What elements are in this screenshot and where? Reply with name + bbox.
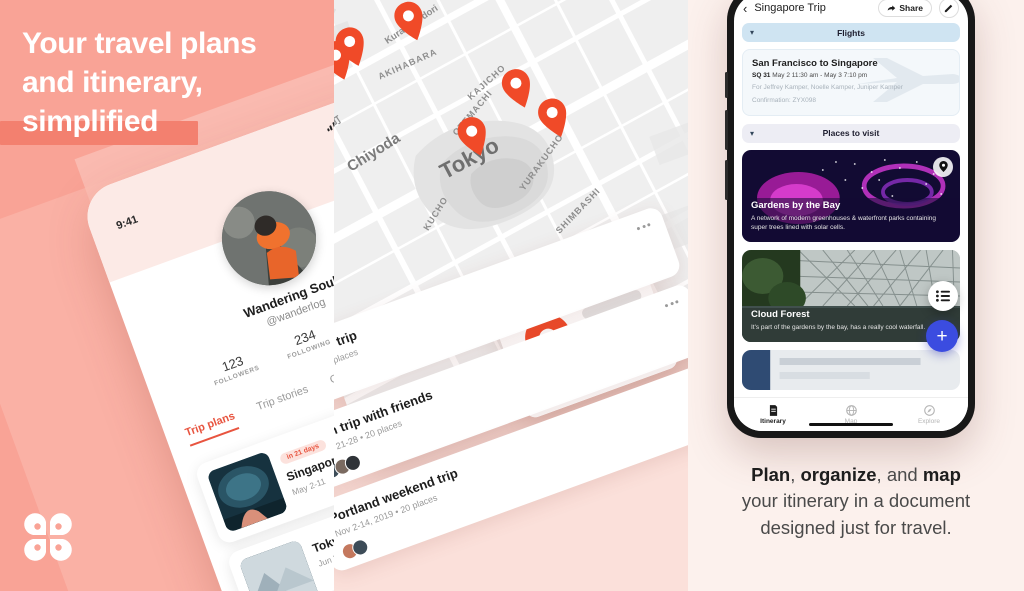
panel-itinerary-promo: ‹ Singapore Trip Share ▾ Flights San Fra… (688, 0, 1024, 591)
flight-confirmation: Confirmation: ZYX098 (752, 97, 816, 105)
stat-following[interactable]: 234 FOLLOWING (281, 323, 333, 361)
phone-mute-button (725, 72, 728, 98)
caption-word-organize: organize (800, 464, 877, 485)
phone-volume-up-button (725, 110, 728, 150)
caption-line-3: designed just for travel. (760, 516, 952, 538)
plus-icon: + (936, 325, 948, 347)
place-card[interactable]: Gardens by the Bay A network of modern g… (742, 149, 960, 242)
panel-profile-promo: Your travel plans and itinerary, simplif… (0, 0, 334, 591)
stat-followers[interactable]: 123 FOLLOWERS (208, 349, 260, 387)
page-title: Singapore Trip (754, 2, 826, 14)
tab-map[interactable]: Map (812, 404, 890, 425)
place-title: Cloud Forest (751, 309, 810, 321)
home-indicator (809, 422, 893, 426)
share-arrow-icon (888, 5, 896, 11)
trip-thumbnail (206, 450, 289, 533)
tab-itinerary[interactable]: Itinerary (734, 404, 812, 425)
phone-mockup-itinerary: ‹ Singapore Trip Share ▾ Flights San Fra… (725, 0, 975, 438)
place-description: It's part of the gardens by the bay, has… (751, 324, 926, 332)
place-photo (742, 349, 960, 390)
compass-icon (890, 404, 968, 416)
chevron-left-icon[interactable]: ‹ (743, 2, 747, 15)
flight-passengers: For Jeffrey Kamper, Noelle Kamper, Junip… (752, 84, 903, 91)
add-fab[interactable]: + (926, 320, 958, 352)
share-label: Share (899, 3, 923, 13)
tab-explore[interactable]: Explore (890, 404, 968, 425)
flight-route: San Francisco to Singapore (752, 58, 878, 69)
tab-trip-plans[interactable]: Trip plans (183, 410, 240, 447)
list-view-fab[interactable] (928, 281, 958, 311)
pencil-icon (944, 4, 953, 13)
caption-word-plan: Plan (751, 464, 791, 485)
phone-screen: ‹ Singapore Trip Share ▾ Flights San Fra… (734, 0, 968, 431)
flight-code: SQ 31 (752, 72, 771, 79)
caption-line-2: your itinerary in a document (741, 490, 971, 512)
list-icon (936, 290, 950, 302)
headline-line-1: Your travel plans (22, 27, 257, 60)
panel3-caption: Plan, organize, and map your itinerary i… (702, 462, 1010, 541)
share-button[interactable]: Share (878, 0, 932, 17)
tab-label: Itinerary (760, 417, 786, 425)
flight-times: May 2 11:30 am - May 3 7:10 pm (772, 72, 868, 79)
place-title: Gardens by the Bay (751, 200, 841, 211)
document-icon (734, 404, 812, 416)
wanderlog-clover-logo (22, 511, 74, 563)
headline-line-2: and itinerary, (22, 66, 203, 99)
map-pin-button[interactable] (933, 156, 953, 177)
panel1-headline: Your travel plans and itinerary, simplif… (22, 24, 322, 141)
place-card-body: Gardens by the Bay A network of modern g… (742, 192, 960, 242)
globe-icon (812, 404, 890, 416)
section-title: Places to visit (822, 128, 880, 139)
headline-line-3: simplified (22, 105, 159, 138)
place-card[interactable] (742, 349, 960, 390)
trip-thumbnail (238, 539, 321, 591)
place-description: A network of modern greenhouses & waterf… (751, 215, 936, 232)
edit-button[interactable] (939, 0, 959, 18)
app-store-screenshot-set: Your travel plans and itinerary, simplif… (0, 0, 1024, 591)
tab-label: Explore (917, 417, 941, 425)
tab-trip-stories[interactable]: Trip stories (255, 383, 313, 420)
section-title: Flights (837, 27, 865, 38)
section-header-places[interactable]: ▾ Places to visit (742, 123, 960, 143)
caption-line-1: Plan, organize, and map (702, 462, 1010, 488)
location-pin-icon (938, 161, 948, 173)
phone-volume-down-button (725, 160, 728, 200)
flight-number-and-times: SQ 31 May 2 11:30 am - May 3 7:10 pm (752, 72, 950, 79)
panel-map-promo: Edo- Kuramae-dori AKIHABARA KAJICHO Chiy… (334, 0, 688, 591)
section-header-flights[interactable]: ▾ Flights (742, 23, 960, 42)
flight-card[interactable]: San Francisco to Singapore SQ 31 May 2 1… (742, 49, 960, 116)
caption-sep-1: , (790, 464, 801, 485)
app-navbar: ‹ Singapore Trip Share (734, 0, 968, 23)
caption-sep-2: , and (876, 464, 923, 485)
caption-word-map: map (922, 464, 961, 485)
